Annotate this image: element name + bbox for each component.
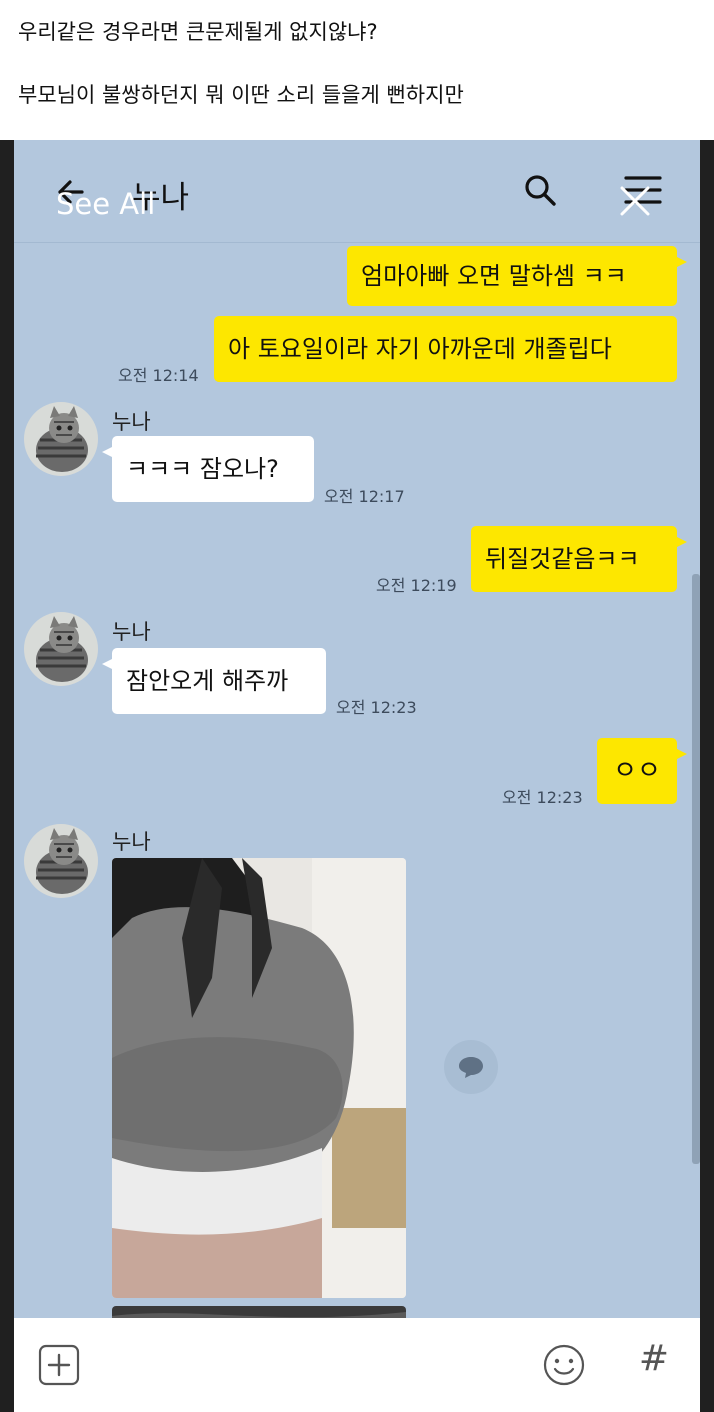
- message-text: 잠안오게 해주까: [126, 667, 289, 695]
- header-divider: [14, 242, 700, 243]
- message-time: 오전 12:17: [324, 487, 405, 506]
- message-text: ㅋㅋㅋ 잠오나?: [126, 455, 279, 483]
- message-text: 아 토요일이라 자기 아까운데 개졸립다: [228, 335, 612, 363]
- message-text: 엄마아빠 오면 말하셈 ㅋㅋ: [361, 262, 627, 290]
- message-time: 오전 12:19: [376, 576, 457, 595]
- my-message-bubble[interactable]: 아 토요일이라 자기 아까운데 개졸립다: [214, 316, 677, 382]
- chat-room: 누나 See All 엄마아빠 오면 말하셈 ㅋㅋ 아 토요일이라 자기 아까운…: [14, 140, 700, 1318]
- shared-photo[interactable]: [112, 858, 406, 1298]
- plus-icon[interactable]: [38, 1344, 80, 1386]
- post-line-2: 부모님이 불쌍하던지 뭐 이딴 소리 들을게 뻔하지만: [18, 83, 464, 107]
- sender-avatar[interactable]: [24, 612, 98, 686]
- sender-name: 누나: [112, 620, 151, 644]
- sender-avatar[interactable]: [24, 402, 98, 476]
- my-message-bubble[interactable]: 뒤질것같음ㅋㅋ: [471, 526, 687, 592]
- my-message-bubble[interactable]: 엄마아빠 오면 말하셈 ㅋㅋ: [347, 246, 687, 306]
- sender-avatar[interactable]: [24, 824, 98, 898]
- message-text: ㅇㅇ: [613, 756, 661, 786]
- sender-name: 누나: [112, 410, 151, 434]
- post-line-1: 우리같은 경우라면 큰문제될게 없지않냐?: [18, 20, 378, 44]
- emoji-icon[interactable]: [542, 1343, 586, 1387]
- shared-photo-next[interactable]: [112, 1306, 406, 1318]
- search-icon[interactable]: [520, 170, 560, 210]
- see-all-link[interactable]: See All: [56, 187, 155, 221]
- their-message-bubble[interactable]: 잠안오게 해주까: [102, 648, 326, 714]
- their-message-bubble[interactable]: ㅋㅋㅋ 잠오나?: [102, 436, 314, 502]
- post-spacer: [0, 118, 714, 140]
- message-text: 뒤질것같음ㅋㅋ: [485, 545, 640, 573]
- chat-screenshot-frame: 누나 See All 엄마아빠 오면 말하셈 ㅋㅋ 아 토요일이라 자기 아까운…: [0, 140, 714, 1412]
- sender-name: 누나: [112, 830, 151, 854]
- message-time: 오전 12:23: [502, 788, 583, 807]
- message-time: 오전 12:23: [336, 698, 417, 717]
- message-input-bar: #: [14, 1318, 700, 1412]
- menu-icon[interactable]: [610, 170, 670, 222]
- speech-bubble-icon: [459, 1057, 483, 1078]
- my-message-bubble[interactable]: ㅇㅇ: [597, 738, 687, 804]
- message-time: 오전 12:14: [118, 366, 199, 385]
- share-button[interactable]: [444, 1040, 498, 1094]
- hashtag-icon[interactable]: #: [634, 1338, 674, 1379]
- scrollbar[interactable]: [692, 574, 700, 1164]
